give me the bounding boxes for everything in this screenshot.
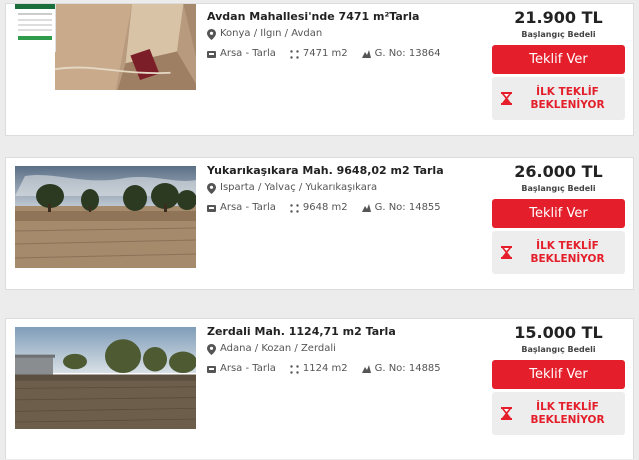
listing-parcel: G. No: 13864 — [374, 48, 441, 59]
listing-card: Avdan Mahallesi'nde 7471 m²Tarla Konya /… — [5, 3, 634, 136]
listing-title[interactable]: Avdan Mahallesi'nde 7471 m²Tarla — [207, 10, 492, 24]
listing-parcel: G. No: 14855 — [374, 202, 441, 213]
field-photo-image — [15, 327, 196, 429]
price-column: 26.000 TL Başlangıç Bedeli Teklif Ver İL… — [490, 162, 627, 274]
listing-price: 26.000 TL — [514, 162, 603, 181]
listing-area: 9648 m2 — [302, 202, 348, 213]
offer-button[interactable]: Teklif Ver — [492, 45, 625, 74]
listing-category: Arsa - Tarla — [220, 48, 276, 59]
listing-meta: Arsa - Tarla 7471 m2 G. No: 13864 — [207, 47, 492, 61]
status-badge: İLK TEKLİF BEKLENİYOR — [492, 231, 625, 274]
listing-info: Avdan Mahallesi'nde 7471 m²Tarla Konya /… — [207, 10, 492, 61]
listing-image[interactable] — [15, 327, 196, 460]
price-label: Başlangıç Bedeli — [521, 30, 596, 39]
price-label: Başlangıç Bedeli — [521, 184, 596, 193]
listing-category: Arsa - Tarla — [220, 202, 276, 213]
listing-area: 1124 m2 — [302, 363, 348, 374]
map-pin-icon — [207, 343, 216, 355]
satellite-map-image — [55, 4, 196, 90]
parcel-icon — [361, 364, 371, 373]
area-dots-icon — [290, 364, 299, 374]
listing-location: Isparta / Yalvaç / Yukarıkaşıkara — [207, 181, 492, 195]
price-column: 15.000 TL Başlangıç Bedeli Teklif Ver İL… — [490, 323, 627, 435]
field-photo-image — [15, 166, 196, 268]
price-column: 21.900 TL Başlangıç Bedeli Teklif Ver İL… — [490, 8, 627, 120]
listing-parcel: G. No: 14885 — [374, 363, 441, 374]
status-text: İLK TEKLİF BEKLENİYOR — [530, 239, 605, 265]
hourglass-icon — [501, 246, 512, 259]
building-icon — [207, 365, 216, 373]
map-pin-icon — [207, 28, 216, 40]
listing-image[interactable] — [15, 166, 196, 268]
listing-meta: Arsa - Tarla 9648 m2 G. No: 14855 — [207, 201, 492, 215]
listing-info: Yukarıkaşıkara Mah. 9648,02 m2 Tarla Isp… — [207, 164, 492, 215]
listing-price: 15.000 TL — [514, 323, 603, 342]
listing-title[interactable]: Yukarıkaşıkara Mah. 9648,02 m2 Tarla — [207, 164, 492, 178]
listing-price: 21.900 TL — [514, 8, 603, 27]
parcel-icon — [361, 203, 371, 212]
listing-category: Arsa - Tarla — [220, 363, 276, 374]
parcel-icon — [361, 49, 371, 58]
status-text: İLK TEKLİF BEKLENİYOR — [530, 85, 605, 111]
area-dots-icon — [290, 203, 299, 213]
hourglass-icon — [501, 92, 512, 105]
hourglass-icon — [501, 407, 512, 420]
building-icon — [207, 204, 216, 212]
listing-list: Avdan Mahallesi'nde 7471 m²Tarla Konya /… — [0, 0, 639, 459]
status-badge: İLK TEKLİF BEKLENİYOR — [492, 77, 625, 120]
listing-location: Adana / Kozan / Zerdali — [207, 342, 492, 356]
listing-area: 7471 m2 — [302, 48, 348, 59]
area-dots-icon — [290, 49, 299, 59]
listing-image[interactable] — [55, 4, 196, 90]
offer-button[interactable]: Teklif Ver — [492, 360, 625, 389]
building-icon — [207, 50, 216, 58]
listing-card: Yukarıkaşıkara Mah. 9648,02 m2 Tarla Isp… — [5, 157, 634, 290]
site-preview-panel — [15, 4, 56, 52]
listing-card: Zerdali Mah. 1124,71 m2 Tarla Adana / Ko… — [5, 318, 634, 459]
status-badge: İLK TEKLİF BEKLENİYOR — [492, 392, 625, 435]
price-label: Başlangıç Bedeli — [521, 345, 596, 354]
listing-info: Zerdali Mah. 1124,71 m2 Tarla Adana / Ko… — [207, 325, 492, 376]
listing-meta: Arsa - Tarla 1124 m2 G. No: 14885 — [207, 362, 492, 376]
listing-title[interactable]: Zerdali Mah. 1124,71 m2 Tarla — [207, 325, 492, 339]
offer-button[interactable]: Teklif Ver — [492, 199, 625, 228]
map-pin-icon — [207, 182, 216, 194]
listing-location: Konya / Ilgın / Avdan — [207, 27, 492, 41]
status-text: İLK TEKLİF BEKLENİYOR — [530, 400, 605, 426]
